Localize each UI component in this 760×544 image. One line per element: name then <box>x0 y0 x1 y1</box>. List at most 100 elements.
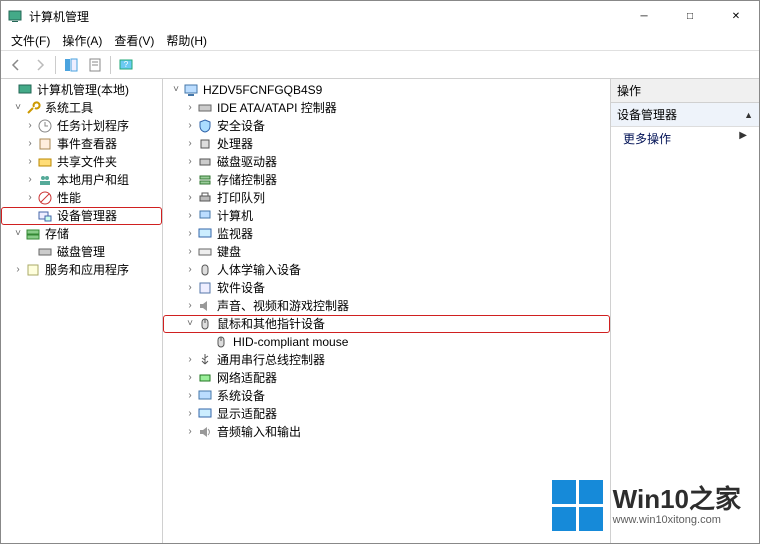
dev-computer[interactable]: ›计算机 <box>163 207 610 225</box>
expander-icon[interactable]: › <box>183 388 197 404</box>
actions-header: 操作 <box>611 79 759 103</box>
expander-icon[interactable]: › <box>183 172 197 188</box>
dev-hid[interactable]: ›人体学输入设备 <box>163 261 610 279</box>
storage-icon <box>25 226 41 242</box>
window-title: 计算机管理 <box>29 8 621 25</box>
actions-more-label: 更多操作 <box>623 130 671 147</box>
collapse-icon[interactable]: ▲ <box>744 110 753 120</box>
expander-icon[interactable]: › <box>23 154 37 170</box>
svg-text:?: ? <box>124 60 129 69</box>
dev-keyboard[interactable]: ›键盘 <box>163 243 610 261</box>
menu-bar: 文件(F) 操作(A) 查看(V) 帮助(H) <box>1 31 759 51</box>
expander-icon[interactable]: › <box>11 262 25 278</box>
dev-cpu[interactable]: ›处理器 <box>163 135 610 153</box>
dev-system[interactable]: ›系统设备 <box>163 387 610 405</box>
menu-view[interactable]: 查看(V) <box>108 30 160 51</box>
chevron-right-icon: ▶ <box>739 130 747 147</box>
expander-icon[interactable]: › <box>23 136 37 152</box>
expander-icon[interactable]: › <box>183 208 197 224</box>
mouse-icon <box>197 316 213 332</box>
tree-task-scheduler[interactable]: › 任务计划程序 <box>1 117 162 135</box>
tree-event-viewer[interactable]: › 事件查看器 <box>1 135 162 153</box>
monitor-icon <box>197 226 213 242</box>
computer-icon <box>183 82 199 98</box>
back-button[interactable] <box>5 54 27 76</box>
expander-icon[interactable]: ˅ <box>11 226 25 242</box>
tree-services-apps[interactable]: › 服务和应用程序 <box>1 261 162 279</box>
actions-pane: 操作 设备管理器 ▲ 更多操作 ▶ <box>611 79 759 543</box>
audio-icon <box>197 424 213 440</box>
expander-icon[interactable]: › <box>183 406 197 422</box>
dev-audio-video-game[interactable]: ›声音、视频和游戏控制器 <box>163 297 610 315</box>
app-icon <box>7 8 23 24</box>
expander-icon[interactable]: › <box>183 226 197 242</box>
computer-mgmt-icon <box>17 82 33 98</box>
actions-section-label: 设备管理器 <box>617 106 677 123</box>
ide-icon <box>197 100 213 116</box>
expander-icon[interactable]: › <box>23 190 37 206</box>
usb-icon <box>197 352 213 368</box>
dev-network[interactable]: ›网络适配器 <box>163 369 610 387</box>
expander-icon[interactable]: › <box>23 118 37 134</box>
menu-file[interactable]: 文件(F) <box>5 30 56 51</box>
expander-icon[interactable]: › <box>183 190 197 206</box>
expander-icon[interactable]: ˅ <box>11 100 25 116</box>
toolbar-separator <box>55 56 56 74</box>
tree-root[interactable]: 计算机管理(本地) <box>1 81 162 99</box>
dev-storage-ctl[interactable]: ›存储控制器 <box>163 171 610 189</box>
show-hide-tree-button[interactable] <box>60 54 82 76</box>
actions-more[interactable]: 更多操作 ▶ <box>611 127 759 150</box>
dev-monitor[interactable]: ›监视器 <box>163 225 610 243</box>
dev-print-queue[interactable]: ›打印队列 <box>163 189 610 207</box>
system-icon <box>197 388 213 404</box>
expander-icon[interactable]: › <box>183 370 197 386</box>
dev-mouse-hid[interactable]: HID-compliant mouse <box>163 333 610 351</box>
dev-mouse-category[interactable]: ˅鼠标和其他指针设备 <box>163 315 610 333</box>
expander-icon[interactable]: › <box>23 172 37 188</box>
tree-system-tools[interactable]: ˅ 系统工具 <box>1 99 162 117</box>
display-adapter-icon <box>197 406 213 422</box>
dev-ide[interactable]: ›IDE ATA/ATAPI 控制器 <box>163 99 610 117</box>
dev-security[interactable]: ›安全设备 <box>163 117 610 135</box>
maximize-button[interactable]: □ <box>667 1 713 31</box>
storage-ctl-icon <box>197 172 213 188</box>
expander-icon[interactable]: › <box>183 280 197 296</box>
expander-icon[interactable]: › <box>183 136 197 152</box>
nav-tree[interactable]: 计算机管理(本地) ˅ 系统工具 › 任务计划程序 › 事件查看器 › 共享文件… <box>1 79 163 543</box>
minimize-button[interactable]: ─ <box>621 1 667 31</box>
expander-icon[interactable]: ˅ <box>183 316 197 332</box>
tree-device-manager[interactable]: 设备管理器 <box>1 207 162 225</box>
device-tree[interactable]: ˅HZDV5FCNFGQB4S9 ›IDE ATA/ATAPI 控制器 ›安全设… <box>163 79 611 543</box>
dev-display[interactable]: ›显示适配器 <box>163 405 610 423</box>
expander-icon[interactable]: › <box>183 352 197 368</box>
dev-usb[interactable]: ›通用串行总线控制器 <box>163 351 610 369</box>
cpu-icon <box>197 136 213 152</box>
expander-icon[interactable]: › <box>183 118 197 134</box>
dev-host[interactable]: ˅HZDV5FCNFGQB4S9 <box>163 81 610 99</box>
tree-shared-folders[interactable]: › 共享文件夹 <box>1 153 162 171</box>
expander-icon[interactable]: ˅ <box>169 82 183 98</box>
dev-diskdrive[interactable]: ›磁盘驱动器 <box>163 153 610 171</box>
menu-help[interactable]: 帮助(H) <box>160 30 213 51</box>
properties-button[interactable] <box>84 54 106 76</box>
help-button[interactable]: ? <box>115 54 137 76</box>
expander-icon[interactable]: › <box>183 154 197 170</box>
close-button[interactable]: ✕ <box>713 1 759 31</box>
expander-icon[interactable]: › <box>183 244 197 260</box>
forward-button[interactable] <box>29 54 51 76</box>
tree-local-users[interactable]: › 本地用户和组 <box>1 171 162 189</box>
expander-icon[interactable]: › <box>183 424 197 440</box>
expander-icon[interactable]: › <box>183 100 197 116</box>
dev-audio-io[interactable]: ›音频输入和输出 <box>163 423 610 441</box>
expander-icon[interactable]: › <box>183 298 197 314</box>
actions-section[interactable]: 设备管理器 ▲ <box>611 103 759 127</box>
expander-icon[interactable]: › <box>183 262 197 278</box>
tree-performance[interactable]: › 性能 <box>1 189 162 207</box>
network-icon <box>197 370 213 386</box>
services-icon <box>25 262 41 278</box>
perf-icon <box>37 190 53 206</box>
tree-disk-mgmt[interactable]: 磁盘管理 <box>1 243 162 261</box>
dev-software[interactable]: ›软件设备 <box>163 279 610 297</box>
menu-action[interactable]: 操作(A) <box>56 30 108 51</box>
tree-storage[interactable]: ˅ 存储 <box>1 225 162 243</box>
